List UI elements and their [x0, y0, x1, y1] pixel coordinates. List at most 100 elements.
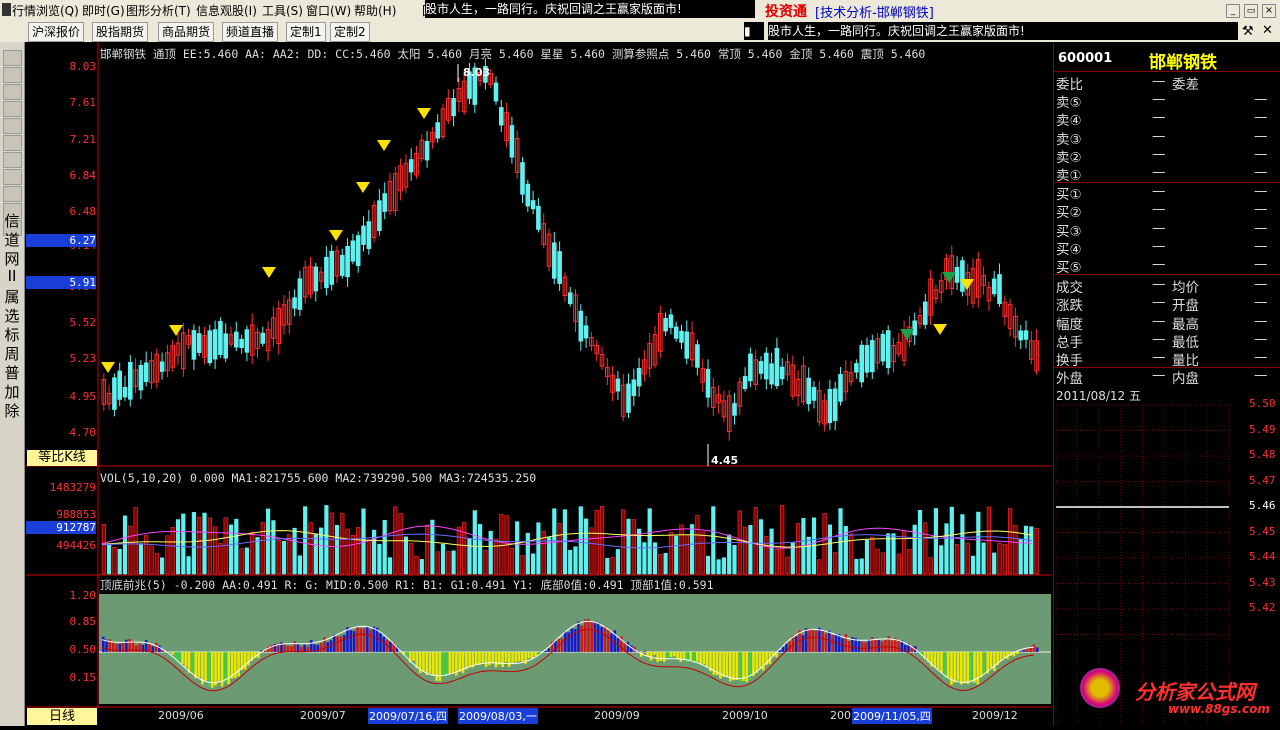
- osc-bar-down: [515, 652, 518, 662]
- menu-item-6[interactable]: 帮助(H): [354, 2, 396, 19]
- tab-5[interactable]: 定制2: [330, 22, 370, 42]
- candle: [680, 331, 684, 342]
- scale-button[interactable]: 等比K线: [27, 450, 97, 466]
- volume-bar: [113, 547, 117, 574]
- cursor-price-1: 6.27: [26, 234, 96, 247]
- candle: [139, 365, 143, 389]
- tool-icon-5[interactable]: [3, 135, 22, 151]
- osc-bar-down: [194, 652, 197, 678]
- close-icon[interactable]: ×: [1262, 4, 1276, 18]
- menu-item-5[interactable]: 窗口(W): [306, 2, 351, 19]
- tab-3[interactable]: 频道直播: [222, 22, 278, 42]
- volume-bar: [574, 547, 578, 574]
- osc-bar-down: [478, 652, 481, 665]
- menu-item-2[interactable]: 图形分析(T): [126, 2, 191, 19]
- osc-bar-up: [577, 622, 580, 652]
- volume-bar: [335, 525, 339, 574]
- tab-0[interactable]: 沪深报价: [28, 22, 84, 42]
- volume-bar: [765, 536, 769, 574]
- osc-bar-up: [544, 651, 547, 652]
- left-tab-8[interactable]: 普: [2, 362, 22, 383]
- osc-bar-down: [501, 652, 504, 667]
- osc-bar-down: [191, 652, 194, 673]
- left-tab-6[interactable]: 标: [2, 324, 22, 345]
- left-tab-4[interactable]: 属: [2, 286, 22, 307]
- left-tab-3[interactable]: II: [2, 267, 22, 285]
- osc-bar-up: [363, 628, 366, 652]
- osc-bar-up: [359, 628, 362, 652]
- tool-icon-6[interactable]: [3, 152, 22, 168]
- tool-icon-7[interactable]: [3, 169, 22, 185]
- candle: [807, 378, 811, 403]
- volume-bar: [187, 557, 191, 574]
- osc-bar-up: [878, 640, 881, 652]
- candle: [775, 348, 779, 385]
- osc-bar-up: [828, 631, 831, 652]
- tool-icon-3[interactable]: [3, 101, 22, 117]
- tool-icon-8[interactable]: [3, 186, 22, 202]
- tab-2[interactable]: 商品期货: [158, 22, 214, 42]
- volume-bar: [759, 520, 763, 574]
- volume-bar: [351, 535, 355, 574]
- signal-marker: [417, 108, 431, 119]
- osc-bar-up: [1036, 647, 1039, 652]
- cursor-price-2: 5.91: [26, 276, 96, 289]
- osc-bar-down: [237, 652, 240, 676]
- osc-bar-down: [673, 652, 676, 656]
- restore-icon[interactable]: ▭: [1244, 4, 1258, 18]
- menu-item-3[interactable]: 信息观股(I): [196, 2, 257, 19]
- volume-bar: [897, 554, 901, 574]
- tool-icon-2[interactable]: [3, 84, 22, 100]
- volume-bar: [521, 556, 525, 574]
- osc-bar-down: [412, 652, 415, 661]
- osc-bar-down: [934, 652, 937, 667]
- osc-axis-label: 1.20: [26, 589, 96, 602]
- candle: [637, 368, 641, 385]
- tool-icon-4[interactable]: [3, 118, 22, 134]
- tools-icon[interactable]: ⚒: [1242, 24, 1254, 39]
- tab-1[interactable]: 股指期货: [92, 22, 148, 42]
- quote-label: 买②: [1056, 201, 1082, 221]
- quote-value: —: [1152, 238, 1166, 254]
- volume-bar: [939, 546, 943, 574]
- candle: [129, 362, 133, 399]
- left-tab-7[interactable]: 周: [2, 343, 22, 364]
- date-axis-label: 2009/09: [594, 709, 640, 722]
- candle: [871, 341, 875, 372]
- candle: [235, 332, 239, 347]
- quote-label: 买①: [1056, 183, 1082, 203]
- left-tab-5[interactable]: 选: [2, 305, 22, 326]
- period-button[interactable]: 日线: [27, 708, 97, 725]
- volume-bar: [971, 556, 975, 574]
- tool-icon-0[interactable]: [3, 50, 22, 66]
- quote-value-2: —: [1254, 367, 1268, 383]
- left-tab-0[interactable]: 信: [2, 210, 22, 231]
- osc-bar-up: [1023, 650, 1026, 652]
- volume-bar: [457, 527, 461, 574]
- left-tab-9[interactable]: 加: [2, 381, 22, 402]
- chart-area[interactable]: [26, 42, 1052, 708]
- date-axis-label: 2009/12: [972, 709, 1018, 722]
- left-tab-2[interactable]: 网: [2, 248, 22, 269]
- menu-item-0[interactable]: 行情浏览(Q): [12, 2, 79, 19]
- osc-bar-down: [990, 652, 993, 668]
- indicator-values: 通顶 EE:5.460 AA: AA2: DD: CC:5.460 太阳 5.4…: [153, 47, 925, 61]
- candle: [494, 83, 498, 101]
- close-panel-icon[interactable]: ✕: [1262, 23, 1273, 38]
- candle: [208, 331, 212, 363]
- tool-icon-1[interactable]: [3, 67, 22, 83]
- app-icon[interactable]: [2, 3, 11, 16]
- menu-item-4[interactable]: 工具(S): [262, 2, 303, 19]
- volume-bar: [876, 549, 880, 574]
- osc-bar-down: [1016, 652, 1019, 654]
- volume-bar: [515, 522, 519, 574]
- volume-bar: [489, 531, 493, 574]
- chart-canvas[interactable]: [26, 42, 1052, 708]
- osc-bar-up: [802, 635, 805, 652]
- volume-bar: [966, 543, 970, 574]
- left-tab-1[interactable]: 道: [2, 229, 22, 250]
- menu-item-1[interactable]: 即时(G): [82, 2, 125, 19]
- tab-4[interactable]: 定制1: [286, 22, 326, 42]
- minimize-icon[interactable]: _: [1226, 4, 1240, 18]
- left-tab-10[interactable]: 除: [2, 400, 22, 421]
